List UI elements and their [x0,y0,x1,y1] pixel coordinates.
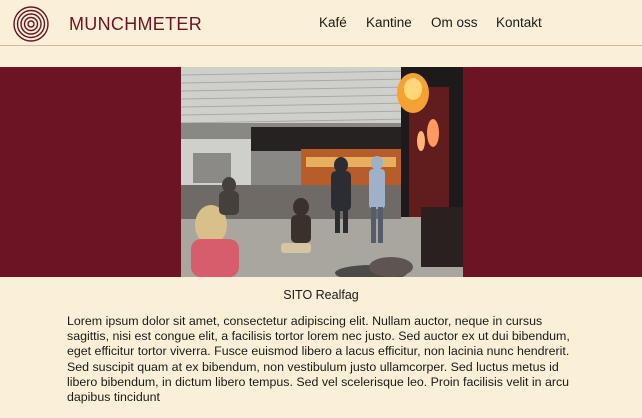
site-header: MUNCHMETER Kafé Kantine Om oss Kontakt [0,0,642,46]
nav-item-kafe[interactable]: Kafé [319,15,347,31]
cafeteria-photo-icon [181,67,463,277]
hero-band [0,67,642,277]
main-nav: Kafé Kantine Om oss Kontakt [0,15,642,33]
cafeteria-photo [181,67,463,277]
nav-item-kontakt[interactable]: Kontakt [496,15,542,31]
intro-paragraph: Lorem ipsum dolor sit amet, consectetur … [67,314,570,405]
image-caption: SITO Realfag [283,288,359,302]
page: MUNCHMETER Kafé Kantine Om oss Kontakt S… [0,0,642,418]
nav-item-om-oss[interactable]: Om oss [431,15,478,31]
nav-item-kantine[interactable]: Kantine [366,15,412,31]
